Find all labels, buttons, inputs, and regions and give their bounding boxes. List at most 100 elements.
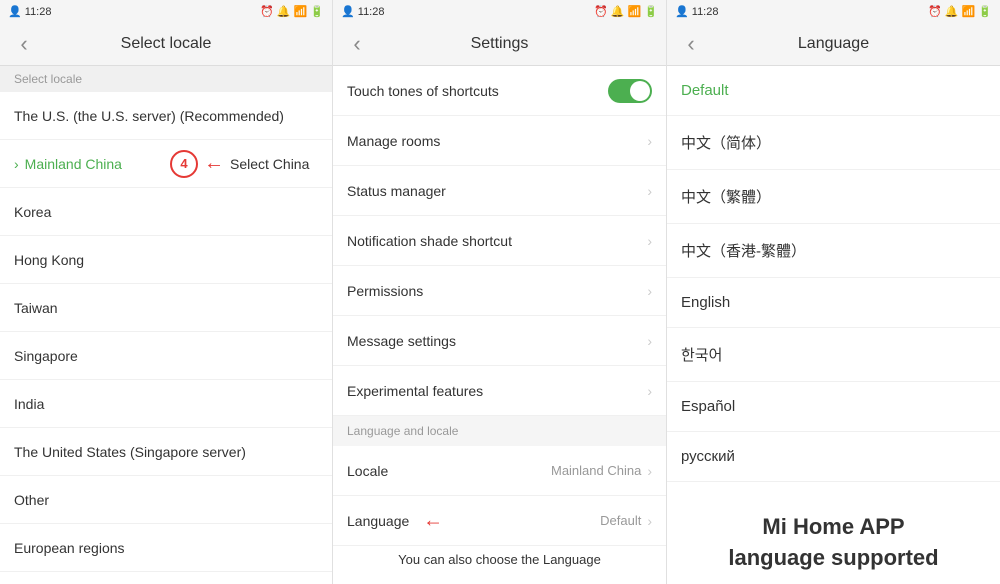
list-item-india-label: India — [14, 396, 44, 412]
status-right-2: ⏰ 🔔 📶 🔋 — [594, 5, 658, 18]
settings-item-language[interactable]: Language ← Default › — [333, 496, 666, 546]
chevron-right-icon-8: › — [647, 513, 652, 529]
mi-home-info: Mi Home APP language supported — [667, 482, 1000, 584]
lang-default-label: Default — [681, 82, 729, 99]
language-annotation-text: You can also choose the Language — [333, 546, 666, 573]
chevron-right-icon-7: › — [647, 463, 652, 479]
list-item-us-singapore-label: The United States (Singapore server) — [14, 444, 246, 460]
lang-zh-traditional-label: 中文（繁體） — [681, 189, 771, 206]
panel2-header: ‹ Settings — [333, 22, 666, 66]
back-icon-3: ‹ — [687, 31, 694, 57]
list-item-us[interactable]: The U.S. (the U.S. server) (Recommended) — [0, 92, 332, 140]
lang-locale-section-header: Language and locale — [333, 416, 666, 446]
annotation-circle: 4 — [170, 150, 198, 178]
lang-item-zh-hk[interactable]: 中文（香港-繁體） — [667, 224, 1000, 278]
lang-zh-simplified-label: 中文（简体） — [681, 135, 771, 152]
lang-russian-label: русский — [681, 448, 735, 465]
language-list: Default 中文（简体） 中文（繁體） 中文（香港-繁體） English … — [667, 66, 1000, 584]
chevron-right-icon-2: › — [647, 183, 652, 199]
permissions-label: Permissions — [347, 283, 647, 299]
mi-home-title: Mi Home APP — [762, 512, 904, 543]
lang-zh-hk-label: 中文（香港-繁體） — [681, 243, 806, 260]
status-manager-label: Status manager — [347, 183, 647, 199]
selected-chevron-icon: › — [14, 156, 19, 172]
list-item-other[interactable]: Other — [0, 476, 332, 524]
settings-item-experimental[interactable]: Experimental features › — [333, 366, 666, 416]
experimental-label: Experimental features — [347, 383, 647, 399]
list-item-hongkong[interactable]: Hong Kong — [0, 236, 332, 284]
chevron-right-icon-4: › — [647, 283, 652, 299]
status-bar-1: 👤 11:28 ⏰ 🔔 📶 🔋 — [0, 0, 332, 22]
status-right-1: ⏰ 🔔 📶 🔋 — [260, 5, 324, 18]
locale-value: Mainland China — [551, 463, 641, 478]
chevron-right-icon-5: › — [647, 333, 652, 349]
status-left-1: 👤 11:28 — [8, 5, 51, 18]
chevron-right-icon-3: › — [647, 233, 652, 249]
touch-tones-label: Touch tones of shortcuts — [347, 83, 608, 99]
settings-item-status-manager[interactable]: Status manager › — [333, 166, 666, 216]
lang-spanish-label: Español — [681, 398, 735, 415]
panel-language: 👤 11:28 ⏰ 🔔 📶 🔋 ‹ Language Default 中文（简体… — [667, 0, 1000, 584]
lang-english-label: English — [681, 294, 730, 311]
back-icon-2: ‹ — [353, 31, 360, 57]
panel3-header: ‹ Language — [667, 22, 1000, 66]
red-arrow-icon: ← — [204, 152, 224, 175]
list-item-other-label: Other — [14, 492, 49, 508]
annotation-label: Select China — [230, 156, 309, 172]
status-left-3: 👤 11:28 — [675, 5, 718, 18]
back-icon-1: ‹ — [20, 31, 27, 57]
chevron-right-icon-6: › — [647, 383, 652, 399]
status-right-3: ⏰ 🔔 📶 🔋 — [928, 5, 992, 18]
lang-item-spanish[interactable]: Español — [667, 382, 1000, 432]
status-left-2: 👤 11:28 — [341, 5, 384, 18]
settings-item-permissions[interactable]: Permissions › — [333, 266, 666, 316]
footer-links[interactable]: User Agreement & Privacy Policy — [333, 573, 666, 584]
message-settings-label: Message settings — [347, 333, 647, 349]
annotation-container: 4 ← Select China — [170, 150, 309, 178]
settings-item-locale[interactable]: Locale Mainland China › — [333, 446, 666, 496]
panel-settings: 👤 11:28 ⏰ 🔔 📶 🔋 ‹ Settings Touch tones o… — [333, 0, 667, 584]
status-bar-3: 👤 11:28 ⏰ 🔔 📶 🔋 — [667, 0, 1000, 22]
list-item-korea-label: Korea — [14, 204, 51, 220]
lang-item-zh-simplified[interactable]: 中文（简体） — [667, 116, 1000, 170]
list-item-us-label: The U.S. (the U.S. server) (Recommended) — [14, 108, 284, 124]
panel1-header: ‹ Select locale — [0, 22, 332, 66]
settings-item-manage-rooms[interactable]: Manage rooms › — [333, 116, 666, 166]
manage-rooms-label: Manage rooms — [347, 133, 647, 149]
settings-list: Touch tones of shortcuts Manage rooms › … — [333, 66, 666, 584]
settings-item-touch-tones[interactable]: Touch tones of shortcuts — [333, 66, 666, 116]
lang-item-default[interactable]: Default — [667, 66, 1000, 116]
list-item-singapore-label: Singapore — [14, 348, 78, 364]
language-value: Default — [600, 513, 641, 528]
chevron-right-icon: › — [647, 133, 652, 149]
locale-label: Locale — [347, 463, 551, 479]
settings-item-message[interactable]: Message settings › — [333, 316, 666, 366]
list-item-taiwan-label: Taiwan — [14, 300, 58, 316]
back-button-2[interactable]: ‹ — [343, 30, 371, 58]
status-bar-2: 👤 11:28 ⏰ 🔔 📶 🔋 — [333, 0, 666, 22]
list-item-mainland-china[interactable]: › Mainland China 4 ← Select China — [0, 140, 332, 188]
locale-list: The U.S. (the U.S. server) (Recommended)… — [0, 92, 332, 584]
list-item-singapore[interactable]: Singapore — [0, 332, 332, 380]
list-item-european[interactable]: European regions — [0, 524, 332, 572]
settings-item-notification-shade[interactable]: Notification shade shortcut › — [333, 216, 666, 266]
lang-item-english[interactable]: English — [667, 278, 1000, 328]
language-label: Language — [347, 513, 600, 529]
touch-tones-toggle[interactable] — [608, 79, 652, 103]
list-item-european-label: European regions — [14, 540, 125, 556]
lang-korean-label: 한국어 — [681, 347, 722, 364]
list-item-india[interactable]: India — [0, 380, 332, 428]
list-item-us-singapore[interactable]: The United States (Singapore server) — [0, 428, 332, 476]
lang-item-zh-traditional[interactable]: 中文（繁體） — [667, 170, 1000, 224]
list-item-korea[interactable]: Korea — [0, 188, 332, 236]
panel-select-locale: 👤 11:28 ⏰ 🔔 📶 🔋 ‹ Select locale Select l… — [0, 0, 333, 584]
panel3-title: Language — [798, 35, 869, 53]
list-item-mainland-label: Mainland China — [25, 156, 122, 172]
lang-item-russian[interactable]: русский — [667, 432, 1000, 482]
lang-item-korean[interactable]: 한국어 — [667, 328, 1000, 382]
back-button-3[interactable]: ‹ — [677, 30, 705, 58]
back-button-1[interactable]: ‹ — [10, 30, 38, 58]
list-item-taiwan[interactable]: Taiwan — [0, 284, 332, 332]
notification-shade-label: Notification shade shortcut — [347, 233, 647, 249]
panel1-title: Select locale — [121, 35, 212, 53]
